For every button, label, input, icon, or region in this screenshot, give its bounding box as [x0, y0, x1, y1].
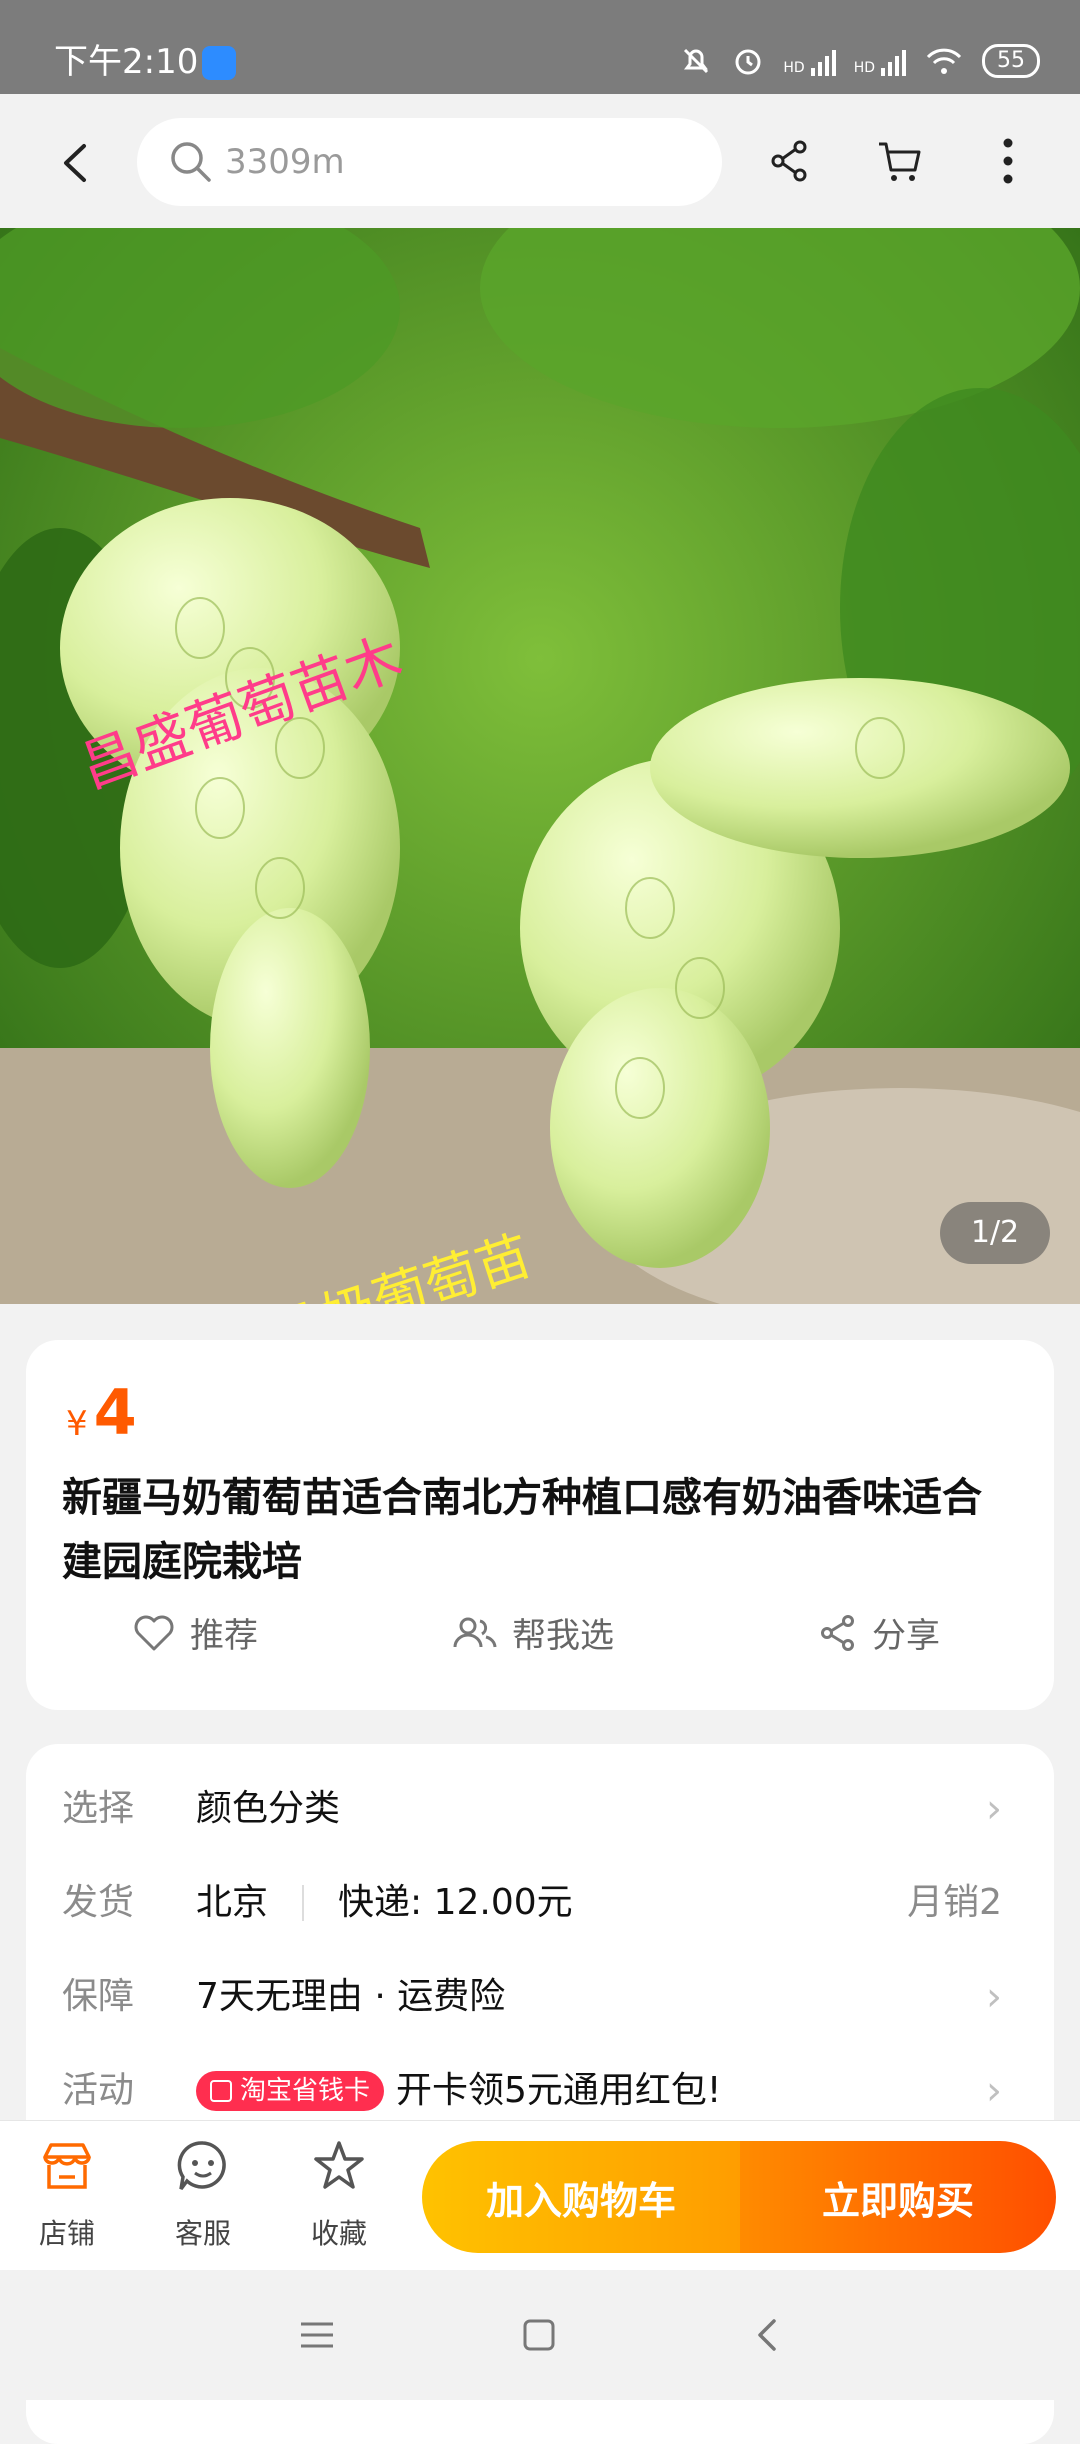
help-choose-button[interactable]: 帮我选: [452, 1608, 614, 1657]
recommend-label: 推荐: [190, 1616, 258, 1656]
status-time: 下午2:10: [54, 42, 199, 82]
express-fee: 快递: 12.00元: [338, 1882, 573, 1923]
chevron-right-icon: ›: [986, 1974, 1002, 2020]
bottom-action-bar: 店铺 客服 收藏 加入购物车 立即购买: [0, 2120, 1080, 2271]
price-card: ¥ 4 新疆马奶葡萄苗适合南北方种植口感有奶油香味适合建园庭院栽培 推荐 帮我选: [26, 1340, 1054, 1710]
product-photo: 昌盛葡萄苗木 新疆马奶葡萄苗: [0, 228, 1080, 1304]
select-row[interactable]: 选择 颜色分类 ›: [62, 1774, 1022, 1844]
more-vertical-icon: [1003, 138, 1013, 184]
wifi-icon: [926, 48, 962, 74]
price-amount: 4: [93, 1376, 137, 1449]
price: ¥ 4: [66, 1378, 137, 1448]
guarantee-value: 7天无理由 · 运费险: [196, 1976, 506, 2017]
product-image-carousel[interactable]: 昌盛葡萄苗木 新疆马奶葡萄苗 1/2: [0, 228, 1080, 1304]
share-label: 分享: [872, 1616, 940, 1656]
status-icons: HD HD 55: [679, 38, 1040, 84]
add-to-cart-button[interactable]: 加入购物车: [422, 2141, 740, 2253]
back-button[interactable]: [52, 138, 102, 188]
system-nav-bar: [0, 2270, 1080, 2400]
battery-indicator: 55: [982, 44, 1040, 78]
guarantee-row[interactable]: 保障 7天无理由 · 运费险 ›: [62, 1962, 1022, 2032]
favorite-label: 收藏: [310, 2217, 367, 2250]
chevron-right-icon: ›: [986, 2068, 1002, 2114]
promo-text: 开卡领5元通用红包!: [396, 2070, 722, 2111]
chevron-right-icon: ›: [986, 1786, 1002, 1832]
people-icon: [453, 1617, 497, 1647]
shop-button[interactable]: 店铺: [12, 2137, 122, 2252]
chat-face-icon: [177, 2141, 226, 2191]
shipping-value: 北京 快递: 12.00元: [196, 1868, 573, 1938]
app-notification-icon: [202, 46, 236, 80]
signal-icon-1: HD: [783, 46, 836, 76]
monthly-sales: 月销2: [907, 1882, 1002, 1923]
customer-service-label: 客服: [174, 2217, 231, 2250]
shop-label: 店铺: [38, 2217, 95, 2250]
favorite-button[interactable]: 收藏: [284, 2137, 394, 2252]
back-chevron-icon: [758, 2319, 776, 2351]
promo-tag-label: 淘宝省钱卡: [240, 2076, 371, 2106]
product-actions: 推荐 帮我选 分享: [26, 1594, 1054, 1674]
alarm-icon: [735, 49, 761, 75]
purchase-buttons: 加入购物车 立即购买: [422, 2141, 1056, 2253]
ship-from: 北京: [196, 1882, 269, 1923]
select-value: 颜色分类: [196, 1788, 341, 1829]
system-back-button[interactable]: [740, 2308, 794, 2362]
mute-icon: [684, 48, 709, 74]
shipping-label: 发货: [62, 1882, 135, 1923]
recommend-button[interactable]: 推荐: [132, 1608, 258, 1657]
promo-row[interactable]: 活动 淘宝省钱卡 开卡领5元通用红包! ›: [62, 2056, 1022, 2126]
product-title: 新疆马奶葡萄苗适合南北方种植口感有奶油香味适合建园庭院栽培: [62, 1475, 982, 1585]
search-input[interactable]: 3309m: [225, 138, 345, 186]
more-button[interactable]: [978, 128, 1038, 194]
share-product-button[interactable]: 分享: [818, 1608, 940, 1657]
currency-symbol: ¥: [66, 1404, 88, 1444]
share-button[interactable]: [760, 128, 820, 194]
heart-icon: [134, 1615, 174, 1650]
search-icon: [171, 142, 211, 182]
recents-button[interactable]: [290, 2308, 344, 2362]
share-icon: [771, 140, 807, 182]
taobao-savings-card-tag: 淘宝省钱卡: [196, 2071, 385, 2111]
divider: [302, 1885, 305, 1921]
cart-icon: [879, 142, 921, 181]
status-bar: 下午2:10 HD HD 55: [0, 0, 1080, 94]
top-header: 3309m: [0, 94, 1080, 228]
select-label: 选择: [62, 1788, 135, 1829]
search-box[interactable]: 3309m: [137, 118, 722, 206]
promo-label: 活动: [62, 2070, 135, 2111]
back-arrow-icon: [64, 144, 86, 182]
shipping-row: 发货 北京 快递: 12.00元 月销2: [62, 1868, 1022, 1938]
help-choose-label: 帮我选: [512, 1616, 614, 1656]
home-square-icon: [523, 2319, 555, 2351]
guarantee-label: 保障: [62, 1976, 135, 2017]
cart-button[interactable]: [870, 128, 930, 194]
menu-icon: [301, 2322, 333, 2348]
home-button[interactable]: [512, 2308, 566, 2362]
bag-icon: [210, 2080, 232, 2102]
share-icon: [821, 1614, 854, 1651]
signal-icon-2: HD: [854, 46, 906, 76]
star-icon: [314, 2141, 364, 2189]
promo-value: 淘宝省钱卡 开卡领5元通用红包!: [196, 2056, 721, 2126]
buy-now-button[interactable]: 立即购买: [740, 2141, 1056, 2253]
image-page-indicator: 1/2: [940, 1202, 1050, 1264]
shop-icon: [43, 2143, 91, 2189]
customer-service-button[interactable]: 客服: [148, 2137, 258, 2252]
